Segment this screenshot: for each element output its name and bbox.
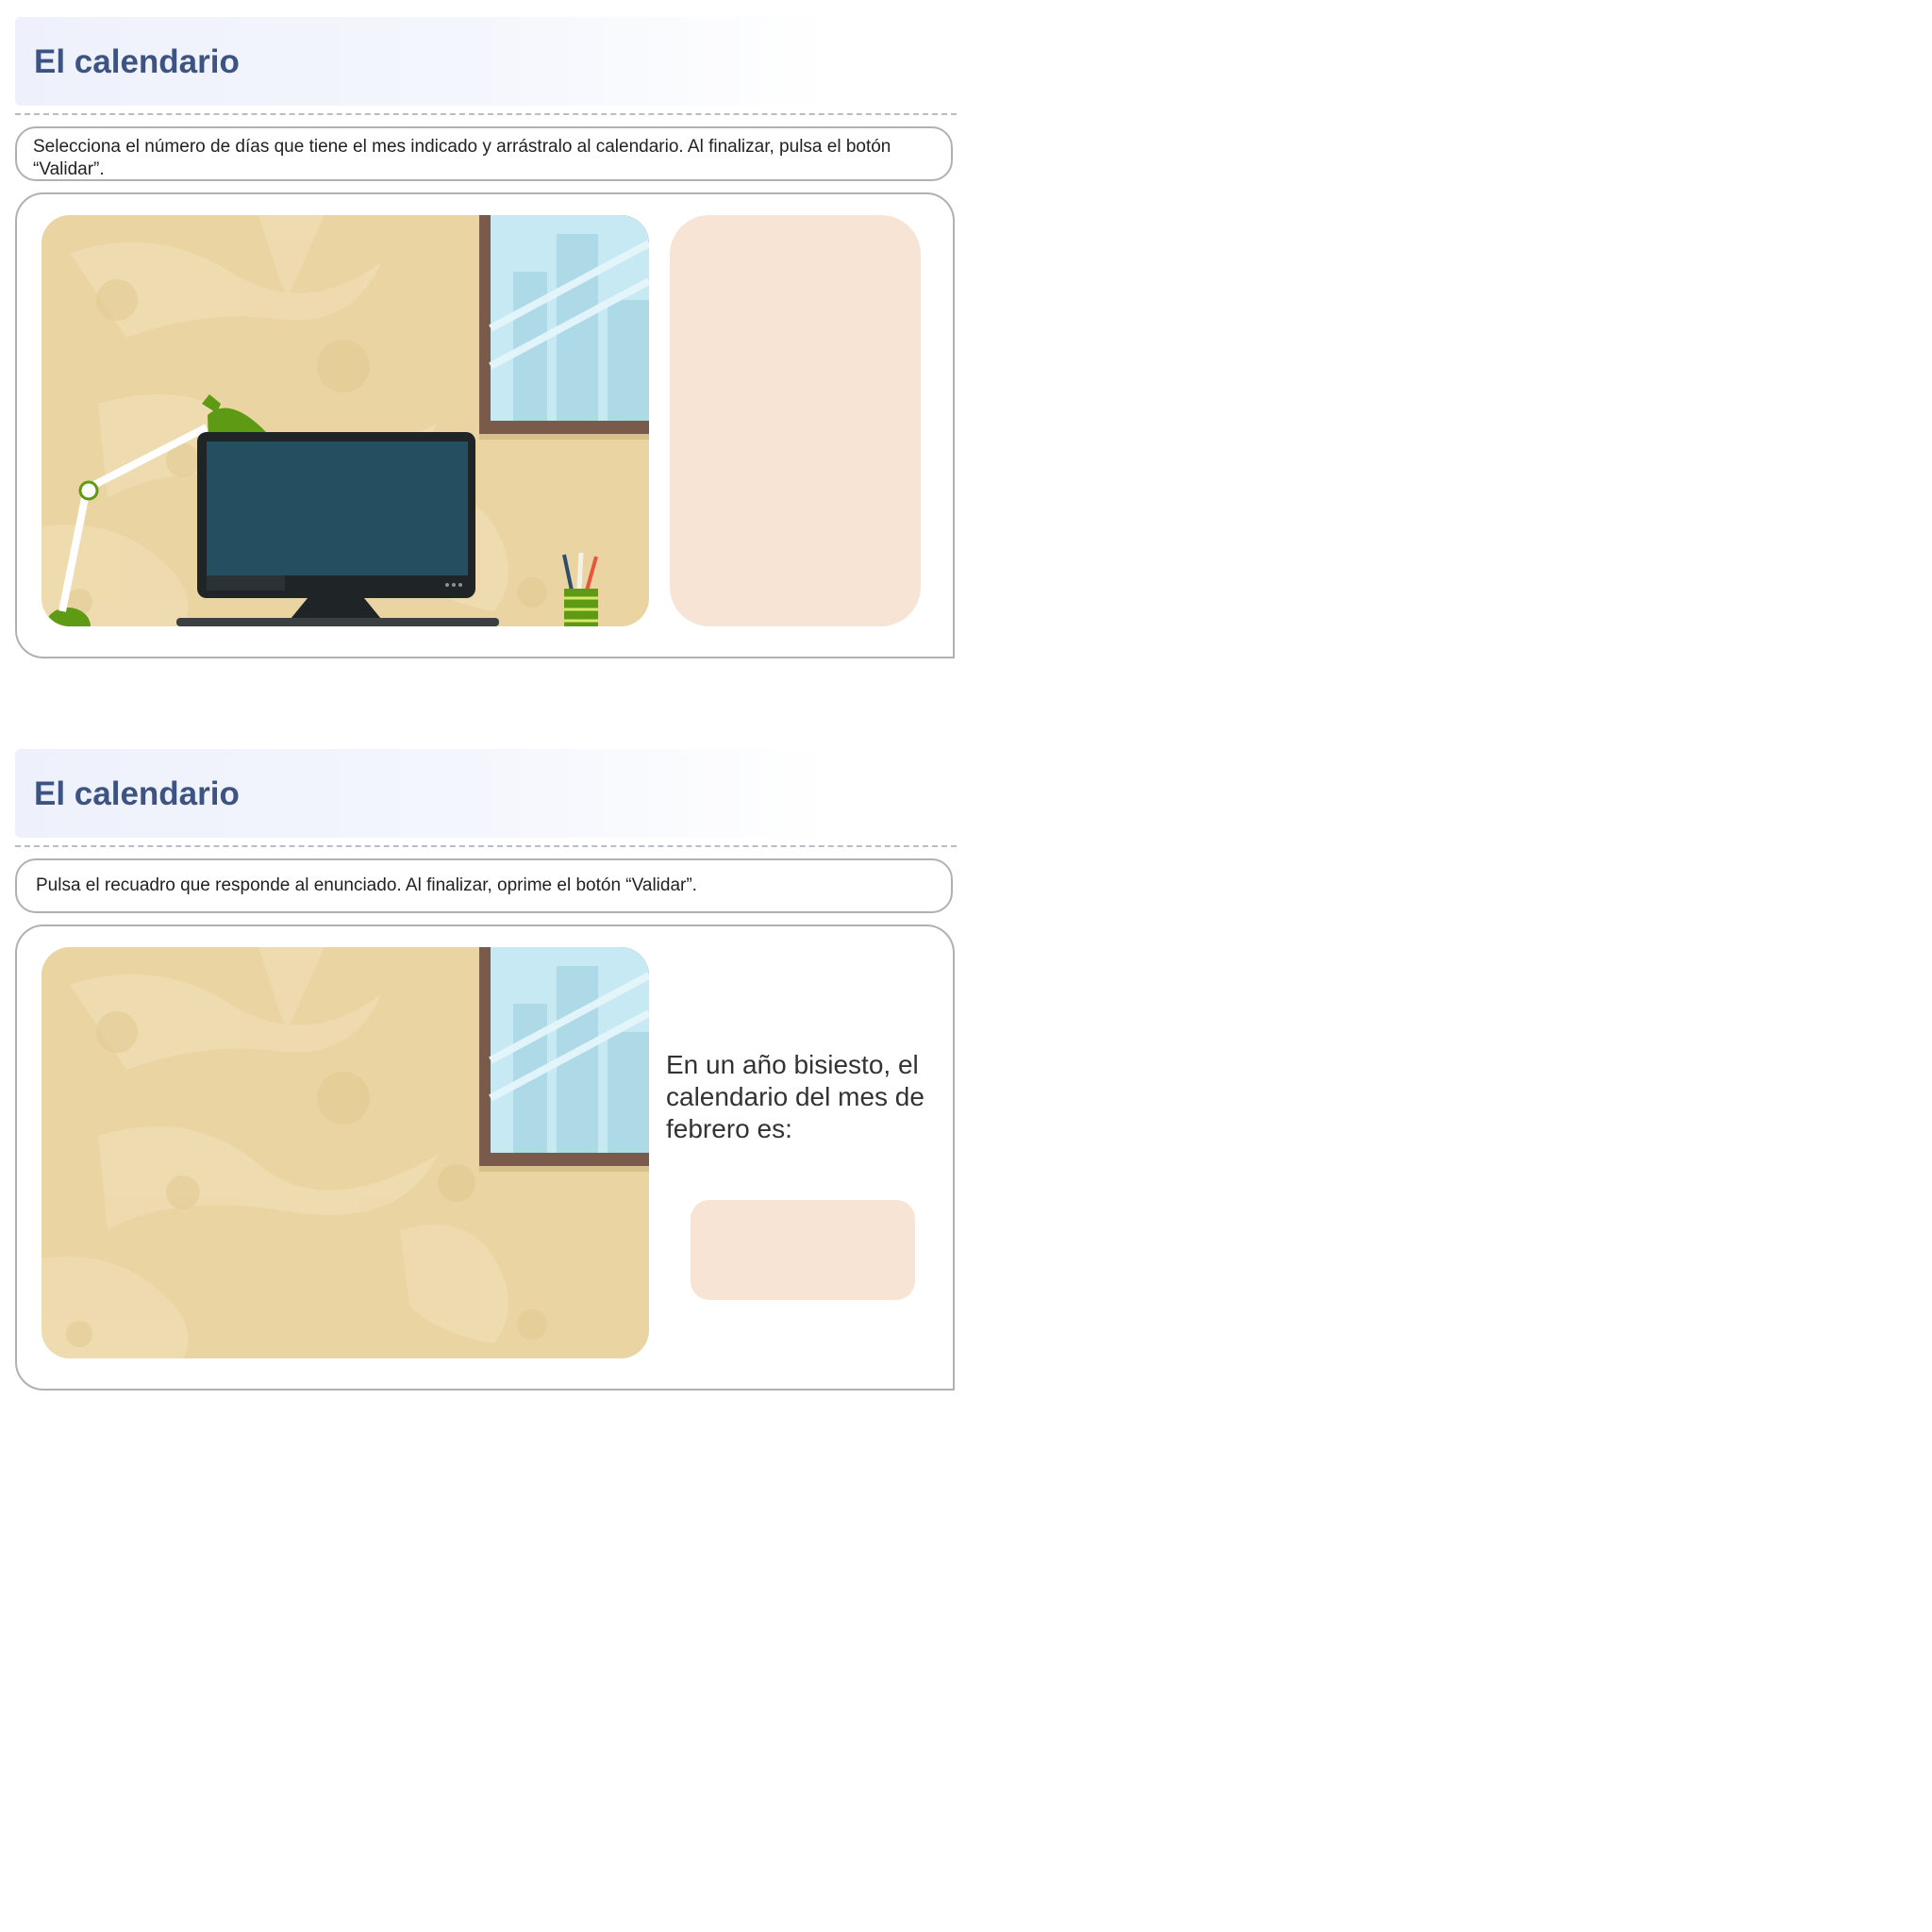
instruction-box: Pulsa el recuadro que responde al enunci… [15,858,953,913]
question-text: En un año bisiesto, el calendario del me… [666,1050,924,1143]
calendar-drop-zone[interactable] [670,215,921,626]
page-title: El calendario [34,43,240,80]
instruction-text: Pulsa el recuadro que responde al enunci… [36,875,697,895]
monitor-icon [176,432,499,626]
desk-scene-illustration [42,215,649,626]
wall-scene-illustration [42,947,649,1358]
window-icon [479,215,649,440]
instruction-box: Selecciona el número de días que tiene e… [15,126,953,181]
page-title: El calendario [34,775,240,812]
title-bar: El calendario [15,17,832,106]
activity-content: En un año bisiesto, el calendario del me… [15,924,955,1391]
window-icon [479,947,649,1172]
instruction-text: Selecciona el número de días que tiene e… [33,137,891,179]
dashed-divider [15,845,957,847]
wall-scene-svg [42,947,649,1358]
dashed-divider [15,113,957,115]
desk-scene-svg [42,215,649,626]
title-bar: El calendario [15,749,832,838]
answer-option-box[interactable] [691,1200,915,1300]
activity-content [15,192,955,658]
